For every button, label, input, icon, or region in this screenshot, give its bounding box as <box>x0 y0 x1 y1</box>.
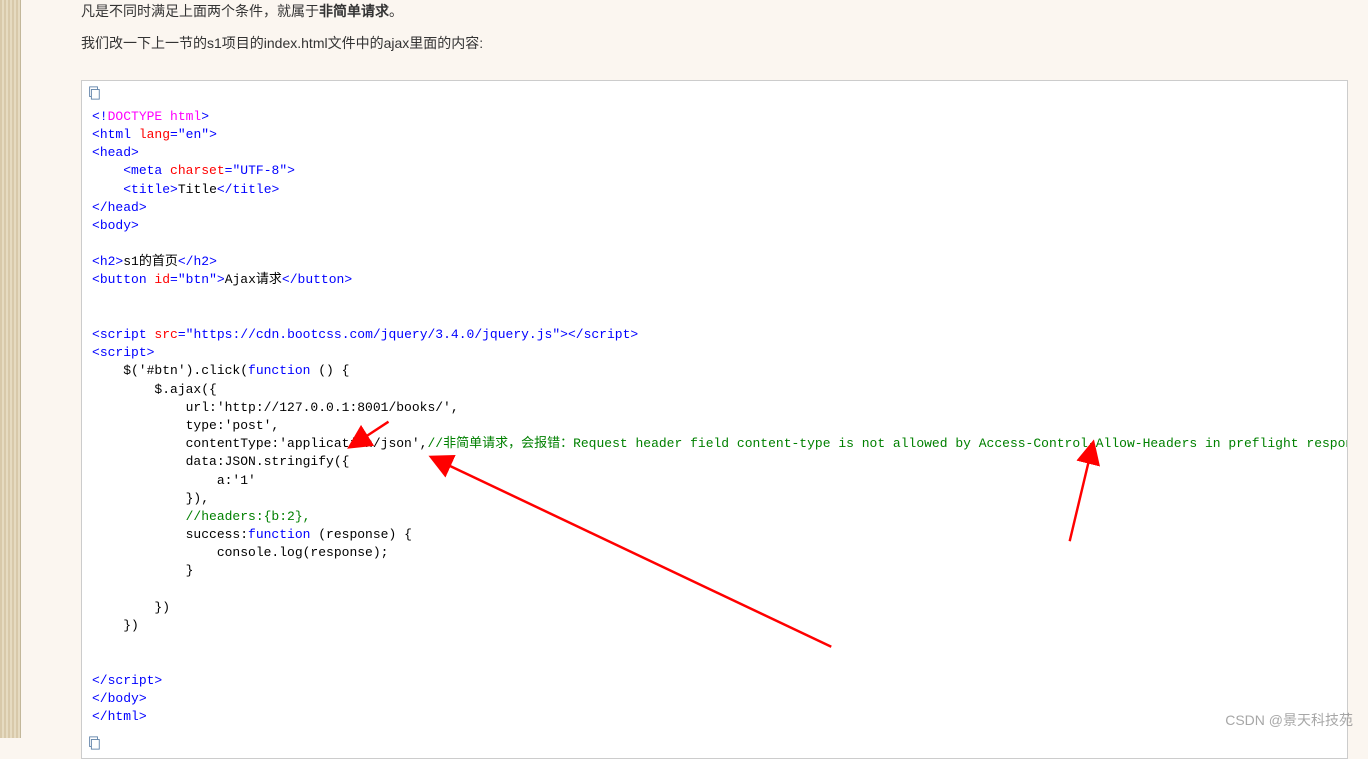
intro-line-1: 凡是不同时满足上面两个条件，就属于非简单请求。 <box>81 0 1348 22</box>
page-margin-strip <box>0 0 21 738</box>
intro-line1-pre: 凡是不同时满足上面两个条件，就属于 <box>81 3 319 19</box>
copy-icon[interactable] <box>87 736 101 750</box>
intro-line1-strong: 非简单请求 <box>319 3 389 19</box>
intro-line-2: 我们改一下上一节的s1项目的index.html文件中的ajax里面的内容: <box>81 32 1348 54</box>
panel-toolbar-top <box>82 81 1347 103</box>
code-panel: <!DOCTYPE html> <html lang="en"> <head> … <box>81 80 1348 759</box>
panel-toolbar-bottom <box>82 736 1347 758</box>
intro-line1-post: 。 <box>389 3 403 19</box>
copy-icon[interactable] <box>87 86 101 100</box>
intro-text-block: 凡是不同时满足上面两个条件，就属于非简单请求。 我们改一下上一节的s1项目的in… <box>81 0 1348 55</box>
content: 凡是不同时满足上面两个条件，就属于非简单请求。 我们改一下上一节的s1项目的in… <box>21 0 1368 738</box>
code-block: <!DOCTYPE html> <html lang="en"> <head> … <box>82 103 1347 736</box>
